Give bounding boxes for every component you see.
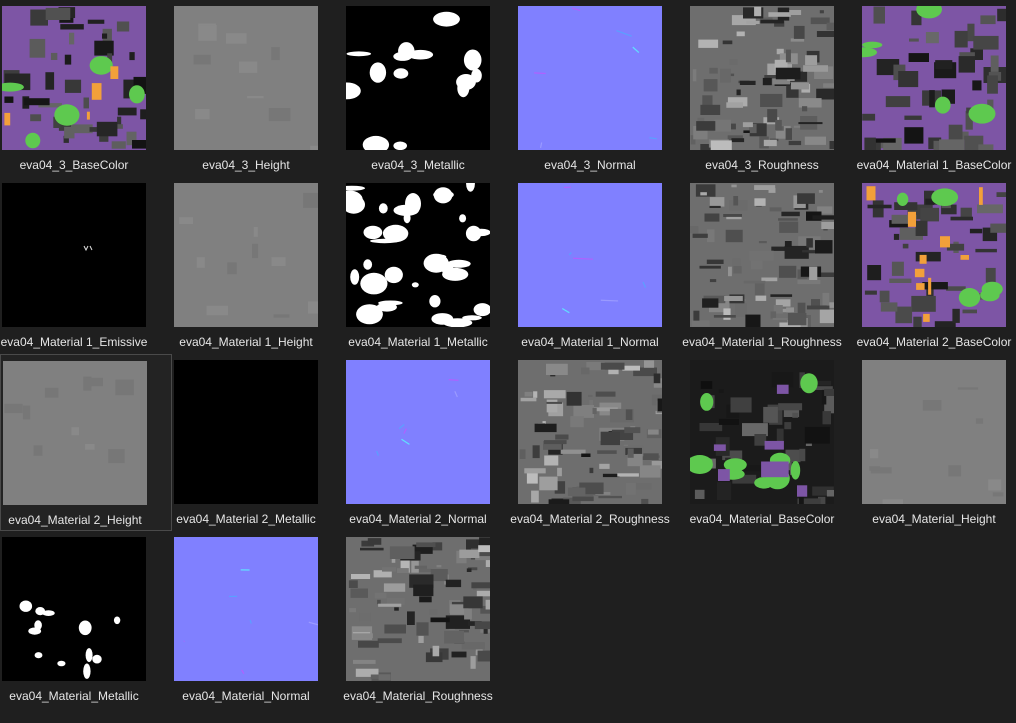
file-tile-eva04-material-normal[interactable]: eva04_Material_Normal (172, 531, 344, 708)
file-name-label[interactable]: eva04_Material 1_Normal (506, 335, 674, 349)
file-name-label[interactable]: eva04_Material 1_Height (162, 335, 330, 349)
texture-thumbnail[interactable] (690, 6, 834, 150)
file-tile-eva04-material-1-basecolor[interactable]: eva04_Material 1_BaseColor (857, 0, 1016, 177)
file-tile-eva04-material-basecolor[interactable]: eva04_Material_BaseColor (688, 354, 860, 531)
file-name-label[interactable]: eva04_Material 2_Normal (334, 512, 502, 526)
texture-thumbnail[interactable] (174, 537, 318, 681)
file-name-label[interactable]: eva04_Material 1_BaseColor (850, 158, 1016, 172)
file-name-label[interactable]: eva04_Material_BaseColor (678, 512, 846, 526)
file-tile-eva04-3-metallic[interactable]: eva04_3_Metallic (344, 0, 516, 177)
file-tile-eva04-material-2-metallic[interactable]: eva04_Material 2_Metallic (172, 354, 344, 531)
file-name-label[interactable]: eva04_Material 2_Height (0, 513, 159, 527)
file-name-label[interactable]: eva04_Material 2_Roughness (506, 512, 674, 526)
file-tile-eva04-material-1-normal[interactable]: eva04_Material 1_Normal (516, 177, 688, 354)
file-tile-eva04-material-metallic[interactable]: eva04_Material_Metallic (0, 531, 172, 708)
file-name-label[interactable]: eva04_Material 2_BaseColor (850, 335, 1016, 349)
file-name-label[interactable]: eva04_Material_Normal (162, 689, 330, 703)
texture-thumbnail[interactable] (518, 6, 662, 150)
texture-thumbnail[interactable] (174, 6, 318, 150)
file-tile-eva04-3-normal[interactable]: eva04_3_Normal (516, 0, 688, 177)
texture-thumbnail[interactable] (862, 360, 1006, 504)
texture-thumbnail[interactable] (346, 183, 490, 327)
file-name-label[interactable]: eva04_Material 1_Metallic (334, 335, 502, 349)
file-tile-eva04-material-2-roughness[interactable]: eva04_Material 2_Roughness (510, 354, 688, 531)
file-tile-eva04-material-1-emissive[interactable]: eva04_Material 1_Emissive (0, 177, 172, 354)
file-name-label[interactable]: eva04_Material_Roughness (334, 689, 502, 703)
texture-thumbnail[interactable] (690, 360, 834, 504)
file-name-label[interactable]: eva04_3_Roughness (678, 158, 846, 172)
texture-thumbnail[interactable] (346, 537, 490, 681)
file-name-label[interactable]: eva04_3_BaseColor (0, 158, 158, 172)
file-tile-eva04-material-1-roughness[interactable]: eva04_Material 1_Roughness (682, 177, 860, 354)
file-name-label[interactable]: eva04_Material_Height (850, 512, 1016, 526)
texture-thumbnail[interactable] (2, 537, 146, 681)
file-name-label[interactable]: eva04_Material 1_Emissive (0, 335, 158, 349)
texture-thumbnail[interactable] (690, 183, 834, 327)
file-tile-eva04-material-roughness[interactable]: eva04_Material_Roughness (343, 531, 516, 708)
texture-thumbnail[interactable] (862, 183, 1006, 327)
file-tile-eva04-material-2-basecolor[interactable]: eva04_Material 2_BaseColor (857, 177, 1016, 354)
file-tile-eva04-material-1-metallic[interactable]: eva04_Material 1_Metallic (344, 177, 516, 354)
texture-thumbnail[interactable] (3, 361, 147, 505)
file-tile-eva04-material-1-height[interactable]: eva04_Material 1_Height (172, 177, 344, 354)
file-name-label[interactable]: eva04_Material 1_Roughness (678, 335, 846, 349)
texture-thumbnail[interactable] (518, 360, 662, 504)
file-name-label[interactable]: eva04_Material_Metallic (0, 689, 158, 703)
texture-thumbnail[interactable] (174, 360, 318, 504)
file-tile-eva04-3-basecolor[interactable]: eva04_3_BaseColor (0, 0, 172, 177)
file-name-label[interactable]: eva04_3_Metallic (334, 158, 502, 172)
texture-thumbnail[interactable] (2, 183, 146, 327)
file-tile-eva04-3-height[interactable]: eva04_3_Height (172, 0, 344, 177)
file-tile-eva04-material-2-height[interactable]: eva04_Material 2_Height (0, 354, 172, 531)
texture-thumbnail[interactable] (2, 6, 146, 150)
thumbnail-grid: eva04_3_BaseColor eva04_3_Height eva04_3_M… (0, 0, 1016, 723)
file-name-label[interactable]: eva04_3_Normal (506, 158, 674, 172)
file-tile-eva04-3-roughness[interactable]: eva04_3_Roughness (688, 0, 860, 177)
texture-thumbnail[interactable] (346, 360, 490, 504)
texture-thumbnail[interactable] (174, 183, 318, 327)
file-name-label[interactable]: eva04_Material 2_Metallic (162, 512, 330, 526)
texture-thumbnail[interactable] (862, 6, 1006, 150)
file-tile-eva04-material-2-normal[interactable]: eva04_Material 2_Normal (344, 354, 516, 531)
file-name-label[interactable]: eva04_3_Height (162, 158, 330, 172)
texture-thumbnail[interactable] (346, 6, 490, 150)
file-tile-eva04-material-height[interactable]: eva04_Material_Height (860, 354, 1016, 531)
texture-thumbnail[interactable] (518, 183, 662, 327)
